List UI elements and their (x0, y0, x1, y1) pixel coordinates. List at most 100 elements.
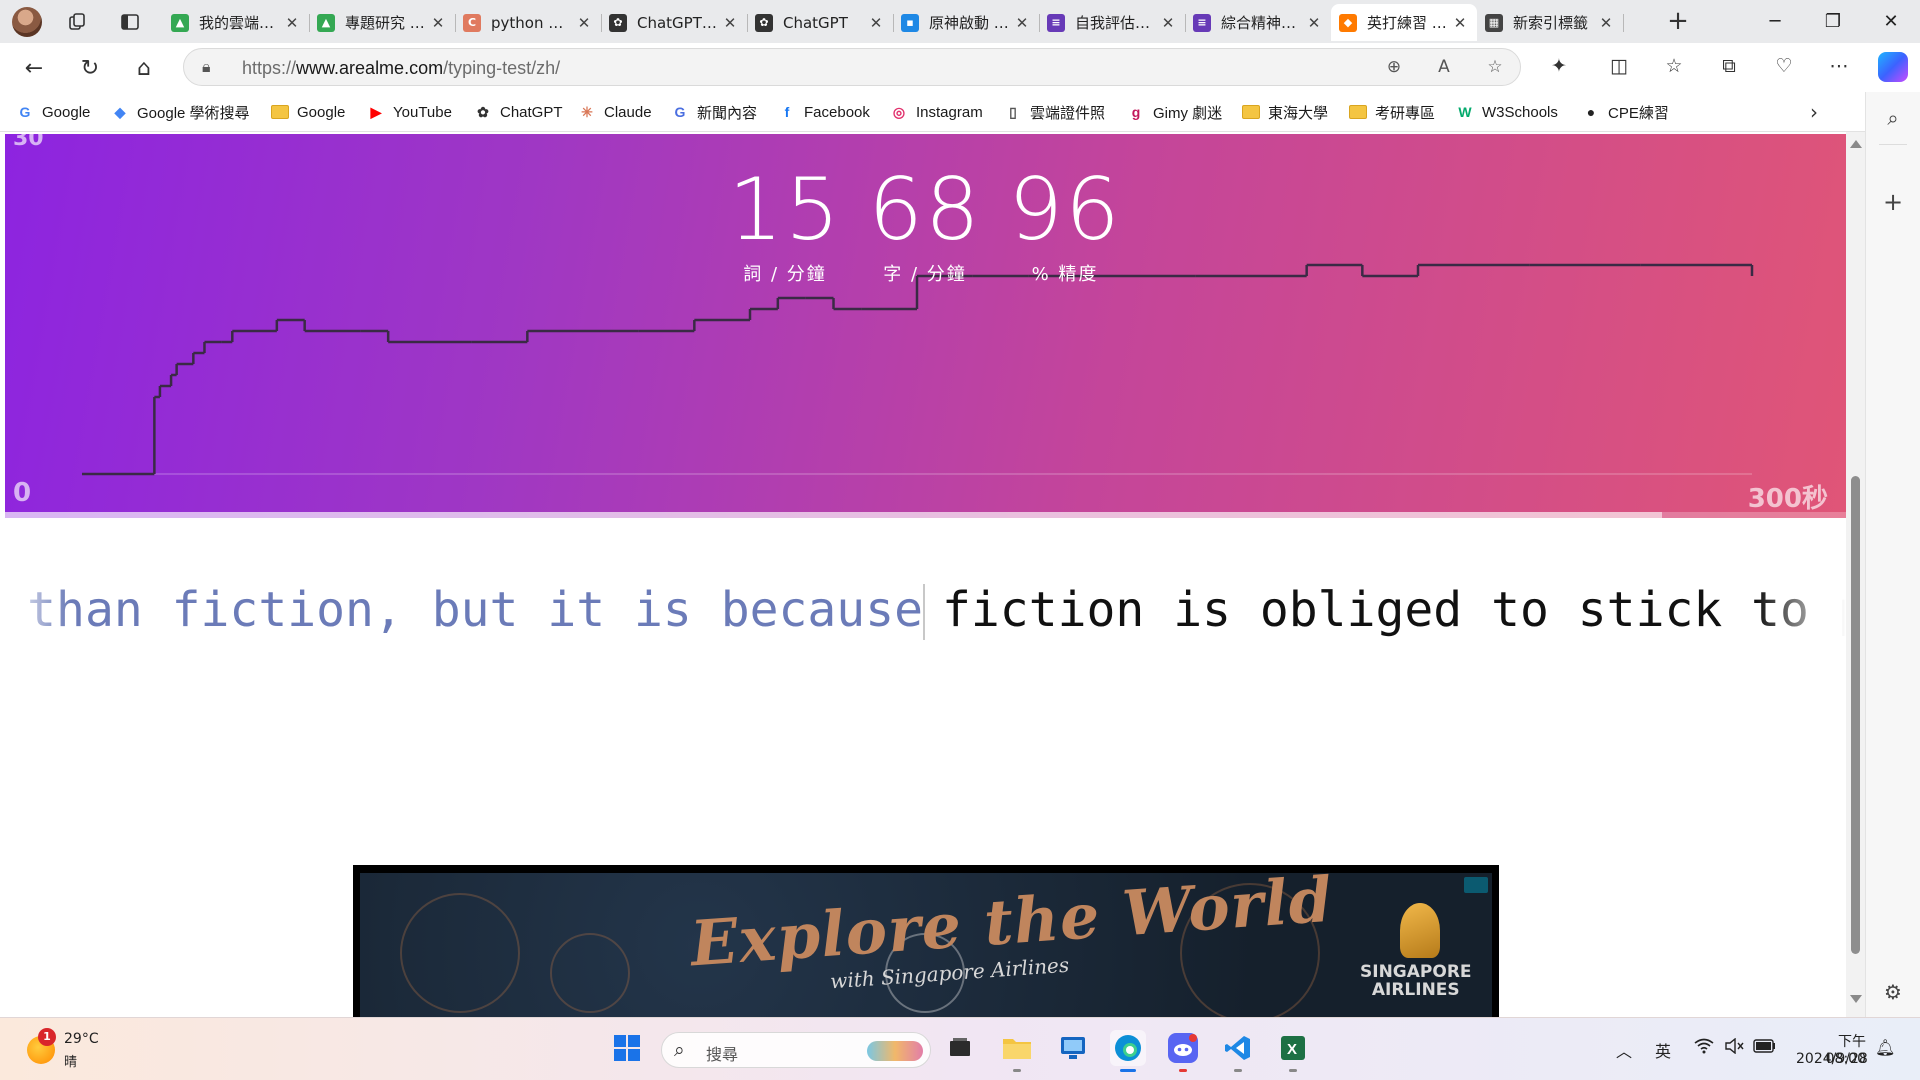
close-window-button[interactable]: ✕ (1862, 0, 1920, 43)
browser-tab[interactable]: ▦ 新索引標籤 ✕ (1477, 4, 1624, 41)
copilot-icon[interactable] (1878, 52, 1908, 82)
gimy-icon: g (1131, 104, 1141, 120)
lock-icon[interactable]: 🔒︎ (202, 57, 211, 77)
new-tab-button[interactable]: + (1663, 7, 1693, 37)
scroll-thumb[interactable] (1851, 476, 1860, 954)
restore-button[interactable]: ❐ (1804, 0, 1862, 43)
favorites-icon[interactable]: ☆ (1661, 55, 1687, 81)
bookmark-item[interactable]: 東海大學 (1242, 101, 1328, 123)
favorite-star-icon[interactable]: ☆ (1484, 57, 1506, 79)
browser-essentials-icon[interactable]: ♡ (1771, 55, 1797, 81)
bookmark-item[interactable]: ◆ Google 學術搜尋 (111, 101, 250, 123)
wifi-icon[interactable] (1694, 1038, 1714, 1058)
chart-y-max-label: 30 (13, 132, 44, 151)
weather-condition[interactable]: 晴 (64, 1051, 77, 1070)
search-highlight-art (867, 1041, 923, 1061)
collections-icon[interactable]: ⧉ (1716, 55, 1742, 81)
browser-tab[interactable]: ≡ 綜合精神性評估✕ (1185, 4, 1332, 41)
bookmark-item[interactable]: 考研專區 (1349, 101, 1435, 123)
tab-title: 英打練習 / 打字測驗 (1367, 14, 1451, 32)
sidebar-search-icon[interactable]: ⌕ (1880, 106, 1906, 132)
taskbar-discord-icon[interactable] (1165, 1030, 1201, 1072)
adchoices-icon[interactable] (1464, 877, 1488, 893)
browser-tab[interactable]: Cpython 文件 ✕ (455, 4, 602, 41)
typing-text-area[interactable]: Truth is stranger than fiction, but it i… (0, 572, 1846, 652)
browser-tab[interactable]: ✿ ChatGPT ✕ (747, 4, 894, 41)
browser-tab[interactable]: ≡ 自我評估報告 ✕ (1039, 4, 1186, 41)
browser-tab[interactable]: ▪ 原神啟動 - 動畫瘋✕ (893, 4, 1040, 41)
battery-charging-icon[interactable] (1753, 1038, 1777, 1057)
tab-close-icon[interactable]: ✕ (1597, 14, 1615, 32)
sidebar-settings-gear-icon[interactable]: ⚙ (1880, 980, 1906, 1006)
clock-date[interactable]: 2024/9/28 (1796, 1051, 1868, 1067)
minimize-button[interactable]: ─ (1746, 0, 1804, 43)
sidebar-divider (1879, 144, 1907, 145)
tab-title: ChatGPT | OpenAI (637, 13, 721, 32)
text-cursor (923, 584, 925, 640)
home-button[interactable]: ⌂ (128, 52, 160, 84)
taskbar-file-explorer-icon[interactable] (999, 1030, 1035, 1072)
volume-muted-icon[interactable] (1724, 1037, 1744, 1058)
browser-tab[interactable]: ✿ ChatGPT | OpenAI✕ (601, 4, 748, 41)
browser-toolbar: ← ↻ ⌂ 🔒︎ https://www.arealme.com/typing-… (0, 43, 1920, 92)
left-fade (0, 572, 70, 652)
start-button[interactable] (609, 1030, 645, 1066)
bookmark-item[interactable]: ▯ 雲端證件照 (1004, 101, 1105, 123)
advertisement-banner[interactable]: Explore the World with Singapore Airline… (353, 865, 1499, 1017)
instagram-icon: ◎ (892, 103, 906, 120)
tab-close-icon[interactable]: ✕ (1159, 14, 1177, 32)
bookmark-item[interactable]: ◎ Instagram (890, 101, 983, 123)
sidebar-add-icon[interactable]: + (1880, 188, 1906, 216)
address-bar[interactable]: 🔒︎ https://www.arealme.com/typing-test/z… (183, 48, 1521, 86)
browser-tab[interactable]: ◆ 英打練習 / 打字測驗✕ (1331, 4, 1477, 41)
read-aloud-icon[interactable]: A (1433, 57, 1455, 79)
taskbar-search-box[interactable]: ⌕ 搜尋 (661, 1032, 931, 1068)
profile-avatar[interactable] (12, 7, 42, 37)
tab-close-icon[interactable]: ✕ (1305, 14, 1323, 32)
split-screen-icon[interactable]: ◫ (1606, 55, 1632, 81)
bookmark-item[interactable]: ✿ ChatGPT (474, 101, 562, 123)
scroll-up-arrow-icon[interactable] (1850, 140, 1862, 148)
tab-close-icon[interactable]: ✕ (867, 14, 885, 32)
tab-close-icon[interactable]: ✕ (1013, 14, 1031, 32)
scroll-down-arrow-icon[interactable] (1850, 995, 1862, 1003)
zoom-icon[interactable]: ⊕ (1383, 57, 1405, 79)
browser-tab[interactable]: ▲ 專題研究 - Google 雲端硬碟✕ (309, 4, 456, 41)
bookmark-item[interactable]: W W3Schools (1456, 101, 1557, 123)
ime-indicator[interactable]: 英 (1655, 1038, 1671, 1062)
taskbar-vscode-icon[interactable] (1220, 1030, 1256, 1072)
tab-close-icon[interactable]: ✕ (1451, 14, 1469, 32)
bookmark-item[interactable]: ● CPE練習 (1582, 101, 1669, 123)
extensions-icon[interactable]: ✦ (1546, 55, 1572, 81)
taskbar-edge-icon[interactable] (1110, 1030, 1146, 1072)
tray-overflow-chevron-icon[interactable]: ︿ (1616, 1038, 1632, 1062)
page-scrollbar[interactable] (1846, 132, 1865, 1017)
bookmark-item[interactable]: ▶ YouTube (367, 101, 452, 123)
tab-close-icon[interactable]: ✕ (283, 14, 301, 32)
ad-creative[interactable]: Explore the World with Singapore Airline… (360, 873, 1492, 1017)
tab-title: python 文件 (491, 14, 575, 32)
bookmark-item[interactable]: ✳ Claude (578, 101, 651, 123)
bookmark-item[interactable]: Google (271, 101, 345, 123)
weather-temperature[interactable]: 29°C (64, 1031, 99, 1047)
bookmarks-overflow-chevron-icon[interactable]: › (1810, 100, 1818, 124)
tab-actions-icon[interactable] (117, 9, 143, 35)
back-button[interactable]: ← (18, 52, 50, 84)
browser-tab[interactable]: ▲ 我的雲端硬碟 ✕ (163, 4, 310, 41)
taskbar-task-view-icon[interactable] (942, 1030, 978, 1066)
bookmark-item[interactable]: g Gimy 劇迷 (1127, 101, 1222, 123)
workspaces-icon[interactable] (64, 9, 90, 35)
taskbar-remote-desktop-icon[interactable] (1055, 1030, 1091, 1066)
tab-close-icon[interactable]: ✕ (721, 14, 739, 32)
tab-strip: ▲我的雲端硬碟✕▲專題研究 - Google 雲端硬碟✕Cpython 文件✕✿… (0, 0, 1920, 43)
refresh-button[interactable]: ↻ (74, 52, 106, 84)
tab-close-icon[interactable]: ✕ (429, 14, 447, 32)
notification-bell-icon[interactable]: 🔔︎ (1875, 1038, 1895, 1057)
bookmark-item[interactable]: G 新聞內容 (671, 101, 757, 123)
bookmark-item[interactable]: G Google (16, 101, 91, 123)
bookmark-item[interactable]: f Facebook (778, 101, 870, 123)
more-menu-icon[interactable]: ⋯ (1826, 55, 1852, 81)
taskbar-excel-icon[interactable]: X (1275, 1030, 1311, 1072)
tab-close-icon[interactable]: ✕ (575, 14, 593, 32)
openai-icon: ✿ (477, 103, 489, 120)
